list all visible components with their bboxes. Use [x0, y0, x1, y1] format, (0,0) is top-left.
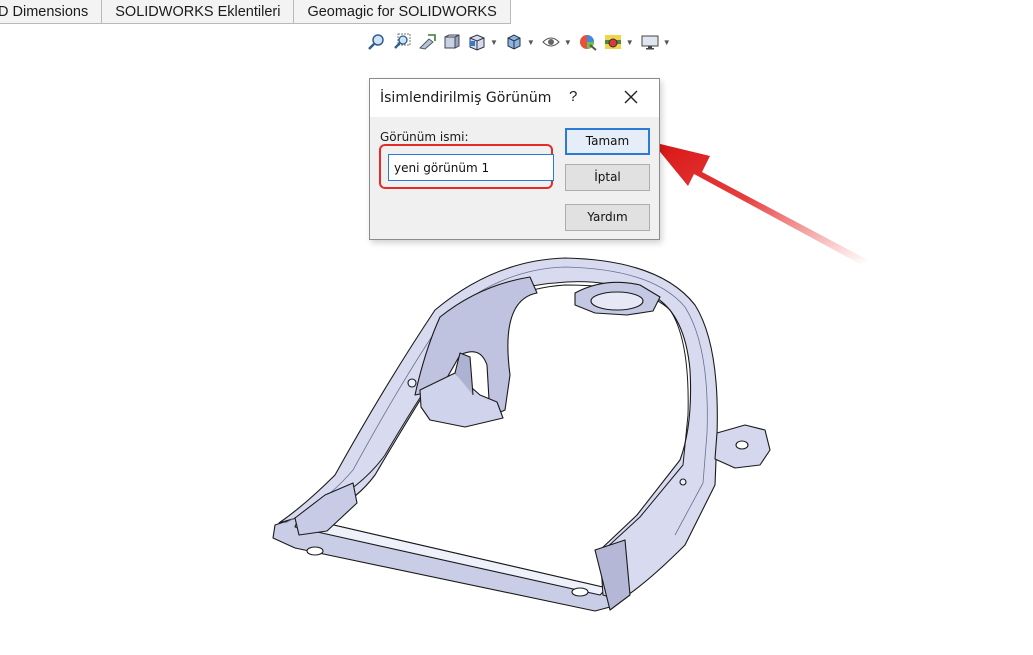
cancel-button[interactable]: İptal: [565, 164, 650, 191]
view-orientation-icon[interactable]: [466, 32, 488, 52]
close-icon[interactable]: [623, 89, 639, 105]
tab-dimensions[interactable]: D Dimensions: [0, 0, 103, 24]
display-style-icon[interactable]: [503, 32, 525, 52]
view-name-label: Görünüm ismi:: [380, 130, 469, 144]
dialog-titlebar[interactable]: İsimlendirilmiş Görünüm ?: [370, 79, 659, 117]
help-button[interactable]: Yardım: [565, 204, 650, 231]
section-view-icon[interactable]: [441, 32, 463, 52]
ok-button[interactable]: Tamam: [565, 128, 650, 155]
display-style-dropdown[interactable]: ▼: [527, 38, 535, 47]
dialog-title: İsimlendirilmiş Görünüm: [380, 90, 552, 106]
dialog-help-button[interactable]: ?: [569, 88, 577, 105]
command-manager-tabs: D Dimensions SOLIDWORKS Eklentileri Geom…: [0, 0, 511, 25]
edit-appearance-icon[interactable]: [577, 32, 599, 52]
hide-show-dropdown[interactable]: ▼: [564, 38, 572, 47]
view-name-input[interactable]: [388, 154, 554, 181]
tab-solidworks-add-ins[interactable]: SOLIDWORKS Eklentileri: [102, 0, 295, 24]
named-view-dialog: İsimlendirilmiş Görünüm ? Görünüm ismi: …: [369, 78, 660, 240]
zoom-to-area-icon[interactable]: [391, 32, 413, 52]
view-settings-icon[interactable]: [639, 32, 661, 52]
view-orientation-dropdown[interactable]: ▼: [490, 38, 498, 47]
view-settings-dropdown[interactable]: ▼: [663, 38, 671, 47]
heads-up-view-toolbar: ▼ ▼ ▼ ▼ ▼: [366, 31, 676, 53]
tab-geomagic[interactable]: Geomagic for SOLIDWORKS: [294, 0, 511, 24]
previous-view-icon[interactable]: [416, 32, 438, 52]
apply-scene-icon[interactable]: [602, 32, 624, 52]
red-pointer-arrow-icon: [652, 142, 868, 264]
model-viewport-part[interactable]: [265, 255, 785, 625]
solidworks-window: D Dimensions SOLIDWORKS Eklentileri Geom…: [0, 0, 1033, 655]
apply-scene-dropdown[interactable]: ▼: [626, 38, 634, 47]
hide-show-items-icon[interactable]: [540, 32, 562, 52]
zoom-to-fit-icon[interactable]: [366, 32, 388, 52]
